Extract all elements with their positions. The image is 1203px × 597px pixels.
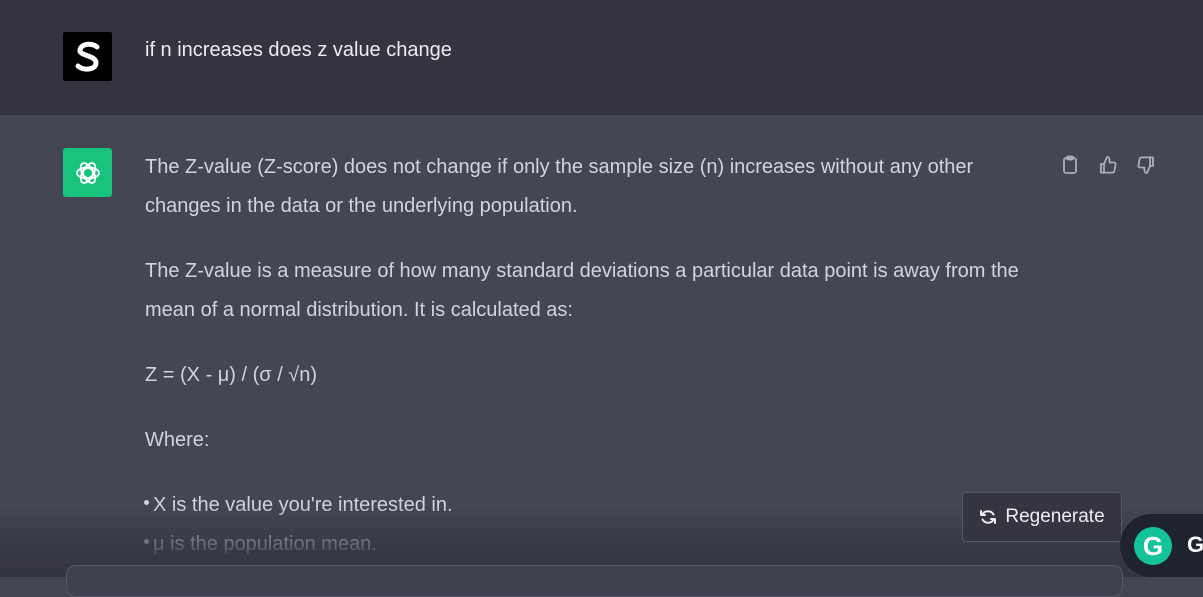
- variable-list: X is the value you're interested in. μ i…: [144, 486, 1045, 564]
- user-avatar: [63, 32, 112, 81]
- like-button[interactable]: [1098, 154, 1118, 176]
- thumbs-up-icon: [1100, 156, 1117, 174]
- copy-button[interactable]: [1060, 154, 1080, 176]
- explanation-paragraph: The Z-value is a measure of how many sta…: [145, 260, 1019, 321]
- list-item: μ is the population mean.: [144, 525, 1045, 564]
- user-s-logo-icon: [75, 41, 99, 72]
- regenerate-label: Regenerate: [1005, 506, 1105, 527]
- regenerate-button[interactable]: Regenerate: [962, 492, 1122, 542]
- user-message-row: if n increases does z value change: [0, 0, 1203, 115]
- answer-paragraph: The Z-value (Z-score) does not change if…: [145, 156, 974, 217]
- grammarly-icon[interactable]: G: [1134, 527, 1172, 565]
- dislike-button[interactable]: [1136, 154, 1156, 176]
- grammarly-label: G: [1187, 532, 1203, 557]
- list-item: X is the value you're interested in.: [144, 486, 1045, 525]
- thumbs-down-icon: [1137, 156, 1154, 174]
- user-message-text: if n increases does z value change: [145, 39, 452, 61]
- message-actions: [1060, 154, 1156, 176]
- assistant-message: The Z-value (Z-score) does not change if…: [144, 148, 1045, 564]
- formula: Z = (X - μ) / (σ / √n): [145, 364, 318, 386]
- assistant-avatar: [63, 148, 112, 197]
- chat-input[interactable]: [66, 565, 1123, 597]
- refresh-icon: [980, 510, 997, 524]
- openai-logo-icon: [75, 161, 100, 184]
- where-label: Where:: [145, 429, 210, 451]
- clipboard-icon: [1063, 155, 1077, 174]
